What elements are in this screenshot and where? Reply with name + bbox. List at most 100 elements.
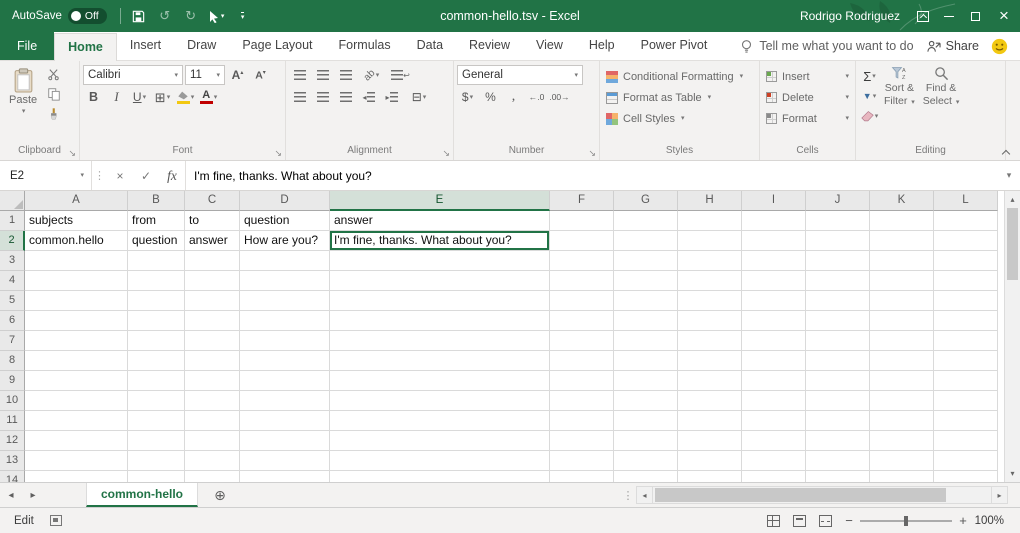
- column-header-K[interactable]: K: [870, 191, 934, 211]
- select-all-button[interactable]: [0, 191, 25, 211]
- row-header-4[interactable]: 4: [0, 271, 25, 291]
- borders-button[interactable]: ⊞▾: [152, 87, 173, 107]
- cell-J5[interactable]: [806, 291, 870, 311]
- decrease-indent-button[interactable]: ◂: [358, 87, 379, 107]
- name-box[interactable]: E2 ▾: [0, 161, 92, 190]
- orientation-button[interactable]: ab▾: [358, 65, 385, 85]
- paste-button[interactable]: Paste ▾: [3, 64, 43, 143]
- cell-F7[interactable]: [550, 331, 614, 351]
- zoom-in-button[interactable]: +: [952, 513, 974, 528]
- cell-G12[interactable]: [614, 431, 678, 451]
- cell-F3[interactable]: [550, 251, 614, 271]
- cell-L9[interactable]: [934, 371, 998, 391]
- number-format-select[interactable]: General ▾: [457, 65, 583, 85]
- cell-L1[interactable]: [934, 211, 998, 231]
- column-header-A[interactable]: A: [25, 191, 128, 211]
- cell-L11[interactable]: [934, 411, 998, 431]
- cell-G4[interactable]: [614, 271, 678, 291]
- cell-F13[interactable]: [550, 451, 614, 471]
- cell-D5[interactable]: [240, 291, 330, 311]
- cell-B13[interactable]: [128, 451, 185, 471]
- cell-B8[interactable]: [128, 351, 185, 371]
- cell-C8[interactable]: [185, 351, 240, 371]
- row-header-11[interactable]: 11: [0, 411, 25, 431]
- row-header-2[interactable]: 2: [0, 231, 25, 251]
- zoom-thumb[interactable]: [904, 516, 908, 526]
- cell-K1[interactable]: [870, 211, 934, 231]
- tab-data[interactable]: Data: [404, 32, 456, 60]
- row-header-1[interactable]: 1: [0, 211, 25, 231]
- user-name[interactable]: Rodrigo Rodriguez: [800, 9, 900, 23]
- row-header-3[interactable]: 3: [0, 251, 25, 271]
- cell-I10[interactable]: [742, 391, 806, 411]
- cell-F14[interactable]: [550, 471, 614, 482]
- cell-F8[interactable]: [550, 351, 614, 371]
- cell-G6[interactable]: [614, 311, 678, 331]
- cell-F4[interactable]: [550, 271, 614, 291]
- column-header-H[interactable]: H: [678, 191, 742, 211]
- cell-H14[interactable]: [678, 471, 742, 482]
- cell-J8[interactable]: [806, 351, 870, 371]
- cell-A11[interactable]: [25, 411, 128, 431]
- cell-D14[interactable]: [240, 471, 330, 482]
- cell-L6[interactable]: [934, 311, 998, 331]
- tab-scroll-splitter[interactable]: ⋮: [620, 483, 636, 507]
- cell-C1[interactable]: to: [185, 211, 240, 231]
- cell-H12[interactable]: [678, 431, 742, 451]
- cell-A14[interactable]: [25, 471, 128, 482]
- cancel-entry-button[interactable]: ×: [107, 161, 133, 190]
- cell-I6[interactable]: [742, 311, 806, 331]
- cell-E6[interactable]: [330, 311, 550, 331]
- column-header-C[interactable]: C: [185, 191, 240, 211]
- cell-G9[interactable]: [614, 371, 678, 391]
- cell-B2[interactable]: question: [128, 231, 185, 251]
- alignment-dialog-launcher[interactable]: ↘: [442, 149, 450, 158]
- row-header-8[interactable]: 8: [0, 351, 25, 371]
- font-dialog-launcher[interactable]: ↘: [274, 149, 282, 158]
- cell-E12[interactable]: [330, 431, 550, 451]
- cell-K7[interactable]: [870, 331, 934, 351]
- cell-J7[interactable]: [806, 331, 870, 351]
- cell-J9[interactable]: [806, 371, 870, 391]
- tell-me-box[interactable]: Tell me what you want to do: [740, 32, 913, 60]
- cell-styles-button[interactable]: Cell Styles▾: [603, 108, 756, 129]
- cell-H11[interactable]: [678, 411, 742, 431]
- cell-G1[interactable]: [614, 211, 678, 231]
- macro-record-button[interactable]: [46, 511, 66, 531]
- wrap-text-button[interactable]: ↩: [387, 65, 414, 85]
- cell-F11[interactable]: [550, 411, 614, 431]
- cell-L8[interactable]: [934, 351, 998, 371]
- cell-I7[interactable]: [742, 331, 806, 351]
- font-color-button[interactable]: A ▾: [198, 87, 219, 107]
- cell-G10[interactable]: [614, 391, 678, 411]
- cell-C7[interactable]: [185, 331, 240, 351]
- row-header-14[interactable]: 14: [0, 471, 25, 482]
- column-header-G[interactable]: G: [614, 191, 678, 211]
- clear-button[interactable]: ▾: [859, 106, 880, 126]
- vertical-scroll-thumb[interactable]: [1007, 208, 1018, 280]
- cell-G14[interactable]: [614, 471, 678, 482]
- cell-E8[interactable]: [330, 351, 550, 371]
- cell-H2[interactable]: [678, 231, 742, 251]
- cell-K4[interactable]: [870, 271, 934, 291]
- cell-A3[interactable]: [25, 251, 128, 271]
- cell-L13[interactable]: [934, 451, 998, 471]
- formula-bar-expand-button[interactable]: ▾: [998, 161, 1020, 190]
- cell-G11[interactable]: [614, 411, 678, 431]
- cell-B9[interactable]: [128, 371, 185, 391]
- decrease-font-size-button[interactable]: A▾: [250, 65, 271, 85]
- formula-input[interactable]: I'm fine, thanks. What about you?: [185, 161, 998, 190]
- cell-J13[interactable]: [806, 451, 870, 471]
- cell-B1[interactable]: from: [128, 211, 185, 231]
- cell-I9[interactable]: [742, 371, 806, 391]
- cell-I12[interactable]: [742, 431, 806, 451]
- underline-button[interactable]: U▾: [129, 87, 150, 107]
- percent-style-button[interactable]: %: [480, 87, 501, 107]
- cell-H10[interactable]: [678, 391, 742, 411]
- cell-C11[interactable]: [185, 411, 240, 431]
- cell-A4[interactable]: [25, 271, 128, 291]
- cell-D10[interactable]: [240, 391, 330, 411]
- cell-K2[interactable]: [870, 231, 934, 251]
- feedback-button[interactable]: [991, 32, 1008, 60]
- cell-J14[interactable]: [806, 471, 870, 482]
